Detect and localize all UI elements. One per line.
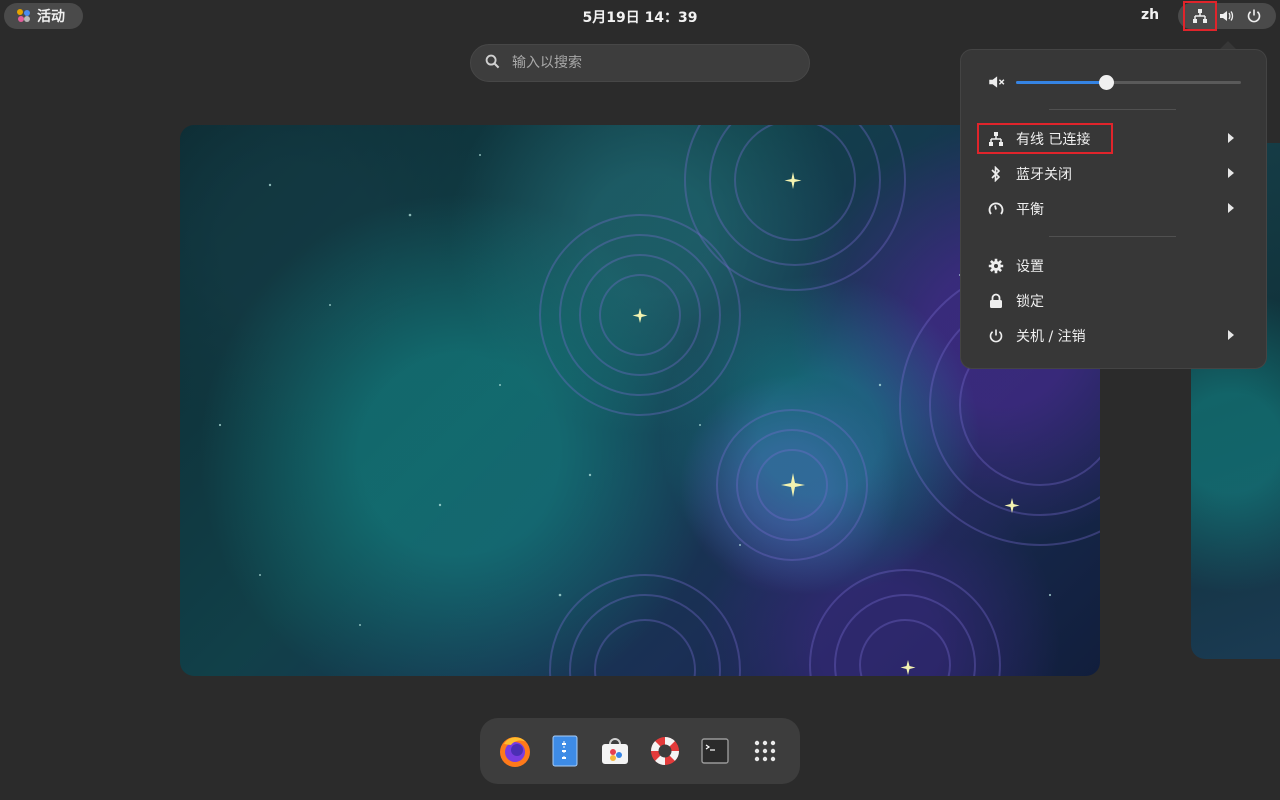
menu-item-power-off-logout[interactable]: 关机 / 注销 bbox=[977, 321, 1252, 351]
system-status-area[interactable] bbox=[1178, 1, 1276, 31]
submenu-arrow-icon bbox=[1228, 133, 1234, 143]
submenu-arrow-icon bbox=[1228, 330, 1234, 340]
system-menu: 有线 已连接 蓝牙关闭 平衡 设置 锁定 关机 / 注销 bbox=[960, 49, 1267, 369]
submenu-arrow-icon bbox=[1228, 203, 1234, 213]
search-icon bbox=[485, 54, 500, 73]
top-bar: 活动 5月19日 14：39 zh bbox=[0, 0, 1280, 32]
show-apps-icon[interactable] bbox=[747, 733, 783, 769]
volume-slider[interactable] bbox=[1016, 75, 1241, 90]
volume-row bbox=[987, 72, 1247, 92]
terminal-icon[interactable] bbox=[697, 733, 733, 769]
menu-item-settings[interactable]: 设置 bbox=[977, 251, 1252, 281]
search-input[interactable] bbox=[510, 54, 794, 72]
submenu-arrow-icon bbox=[1228, 168, 1234, 178]
menu-item-bluetooth[interactable]: 蓝牙关闭 bbox=[977, 159, 1252, 189]
menu-item-label: 蓝牙关闭 bbox=[1016, 167, 1072, 183]
clock-text: 5月19日 14：39 bbox=[582, 10, 698, 26]
gear-icon bbox=[987, 257, 1005, 275]
menu-separator bbox=[1049, 109, 1176, 110]
volume-slider-handle[interactable] bbox=[1099, 75, 1114, 90]
language-indicator[interactable]: zh bbox=[1141, 7, 1159, 23]
help-icon[interactable] bbox=[647, 733, 683, 769]
volume-slider-fill bbox=[1016, 81, 1106, 84]
network-wired-icon[interactable] bbox=[1183, 1, 1217, 31]
menu-item-label: 设置 bbox=[1016, 259, 1044, 275]
power-icon[interactable] bbox=[1244, 6, 1264, 26]
text-editor-icon[interactable] bbox=[547, 733, 583, 769]
search-bar[interactable] bbox=[470, 44, 810, 82]
lock-icon bbox=[987, 292, 1005, 310]
software-center-icon[interactable] bbox=[597, 733, 633, 769]
power-icon bbox=[987, 327, 1005, 345]
highlight-box bbox=[977, 123, 1113, 154]
clock[interactable]: 5月19日 14：39 bbox=[0, 7, 1280, 27]
menu-item-power-profile[interactable]: 平衡 bbox=[977, 194, 1252, 224]
menu-item-label: 关机 / 注销 bbox=[1016, 329, 1086, 345]
menu-item-label: 平衡 bbox=[1016, 202, 1044, 218]
menu-item-label: 锁定 bbox=[1016, 294, 1044, 310]
volume-icon[interactable] bbox=[1216, 6, 1236, 26]
dash bbox=[480, 718, 800, 784]
power-profile-icon bbox=[987, 200, 1005, 218]
menu-item-lock[interactable]: 锁定 bbox=[977, 286, 1252, 316]
volume-muted-icon[interactable] bbox=[987, 73, 1005, 95]
menu-separator bbox=[1049, 236, 1176, 237]
bluetooth-icon bbox=[987, 165, 1005, 183]
firefox-icon[interactable] bbox=[497, 733, 533, 769]
